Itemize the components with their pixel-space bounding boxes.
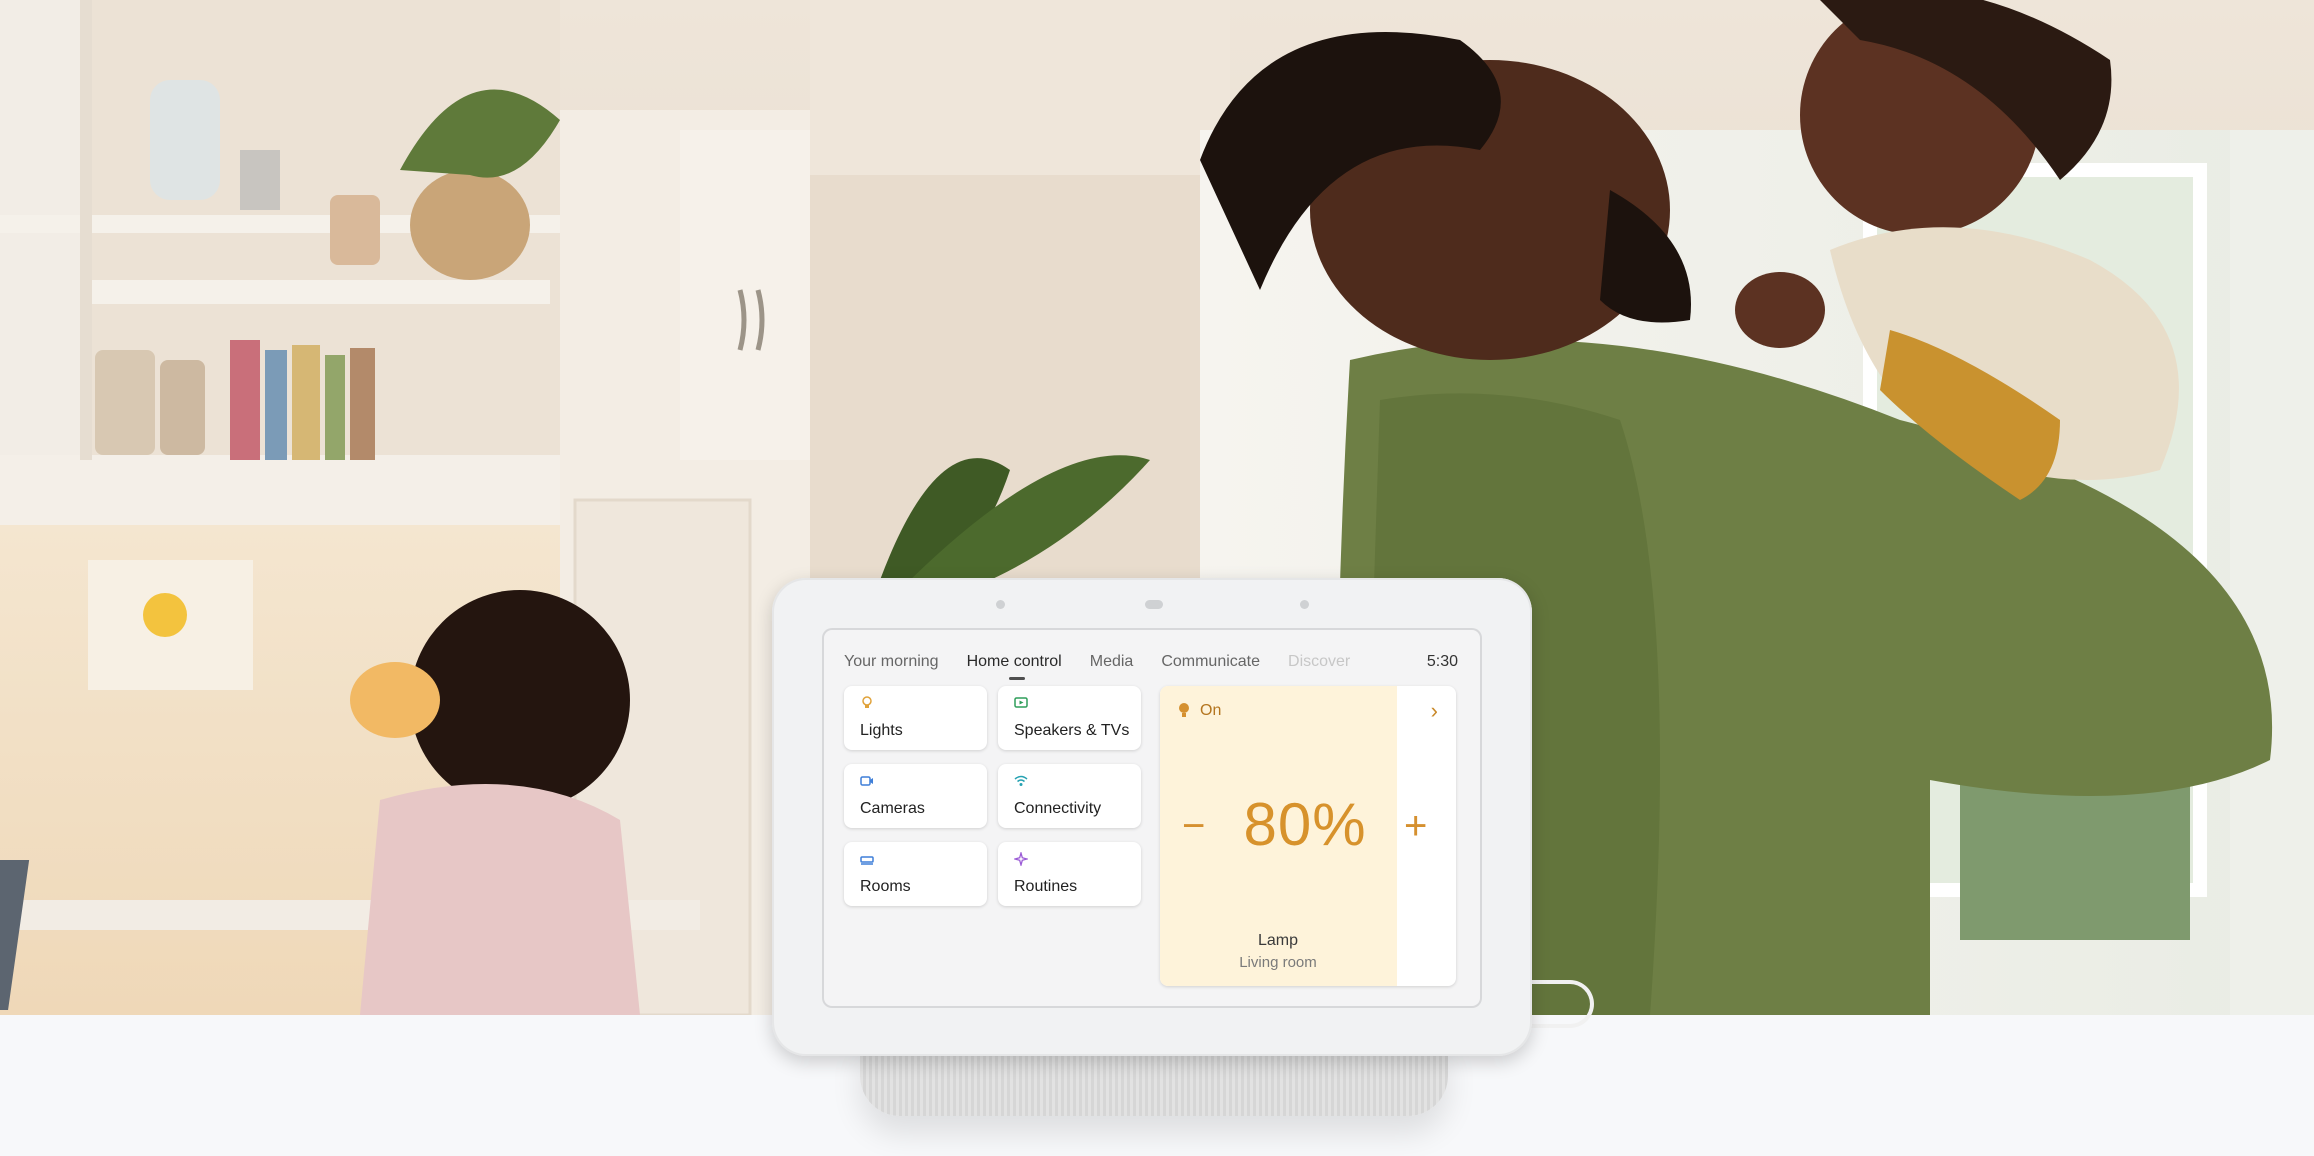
tab-discover[interactable]: Discover	[1288, 653, 1350, 671]
tab-your-morning[interactable]: Your morning	[844, 653, 939, 671]
decrease-brightness-button[interactable]: −	[1182, 806, 1205, 846]
camera-icon	[860, 776, 873, 786]
tile-routines[interactable]: Routines	[998, 842, 1141, 906]
chevron-right-icon[interactable]: ›	[1431, 698, 1438, 724]
lightbulb-icon	[862, 696, 872, 708]
increase-brightness-button[interactable]: +	[1404, 806, 1427, 846]
tile-connectivity[interactable]: Connectivity	[998, 764, 1141, 828]
tab-media[interactable]: Media	[1090, 653, 1134, 671]
lamp-state-label: On	[1200, 702, 1222, 719]
smart-display-frame: Your morning Home control Media Communic…	[772, 578, 1532, 1056]
ambient-sensor	[1300, 600, 1309, 609]
tab-home-control[interactable]: Home control	[967, 653, 1062, 680]
bed-icon	[860, 856, 874, 865]
tile-label: Cameras	[860, 800, 925, 817]
clock: 5:30	[1426, 653, 1458, 670]
tile-label: Speakers & TVs	[1014, 722, 1130, 739]
display-screen: Your morning Home control Media Communic…	[822, 628, 1482, 1008]
speaker-tv-icon	[1014, 697, 1028, 708]
tile-label: Connectivity	[1014, 800, 1102, 817]
tile-label: Lights	[860, 722, 903, 739]
tile-cameras[interactable]: Cameras	[844, 764, 987, 828]
brightness-value: 80%	[1243, 791, 1367, 858]
device-room: Living room	[1239, 954, 1317, 971]
ambient-sensor	[1145, 600, 1163, 609]
ambient-sensor	[996, 600, 1005, 609]
device-name: Lamp	[1257, 932, 1299, 949]
tile-lights[interactable]: Lights	[844, 686, 987, 750]
lamp-control-card[interactable]: On › − 80% + Lamp Living room	[1160, 686, 1456, 986]
tile-label: Routines	[1014, 878, 1078, 895]
tab-communicate[interactable]: Communicate	[1161, 653, 1260, 671]
top-tab-bar: Your morning Home control Media Communic…	[844, 642, 1458, 682]
tile-rooms[interactable]: Rooms	[844, 842, 987, 906]
sparkle-icon	[1014, 852, 1028, 866]
lightbulb-on-icon	[1179, 703, 1189, 717]
tile-label: Rooms	[860, 878, 911, 895]
tile-speakers-tvs[interactable]: Speakers & TVs	[998, 686, 1141, 750]
wifi-icon	[1014, 775, 1028, 786]
power-cable	[1530, 980, 1594, 1028]
